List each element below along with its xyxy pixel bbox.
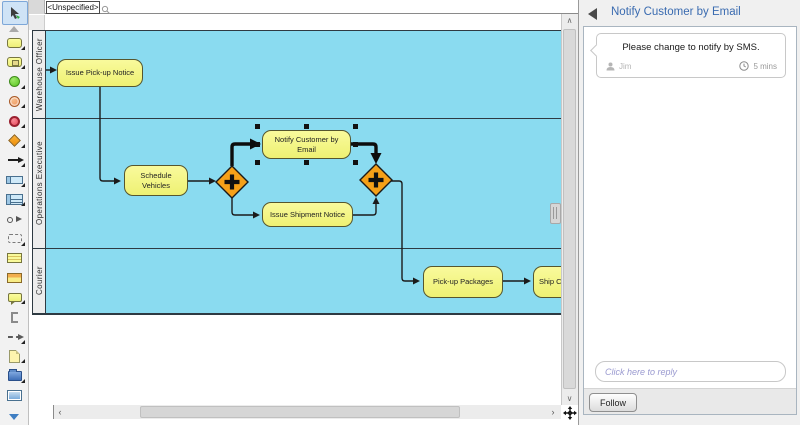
task-notify-customer-by-email[interactable]: Notify Customer by Email <box>262 130 351 159</box>
flow-gateway1-to-shipment <box>232 197 253 215</box>
flow-shipment-to-gateway2 <box>353 204 376 215</box>
reply-box <box>595 361 786 382</box>
scroll-up-arrow-icon[interactable]: ∧ <box>561 14 578 27</box>
user-icon <box>606 62 615 71</box>
task-ship-clipped[interactable]: Ship C <box>533 266 561 298</box>
vertical-scrollbar-thumb[interactable] <box>563 29 576 389</box>
scroll-left-arrow-icon[interactable]: ‹ <box>54 405 66 419</box>
scroll-down-arrow-icon[interactable]: ∨ <box>561 392 578 405</box>
panel-title: Notify Customer by Email <box>611 6 741 18</box>
selection-handle[interactable] <box>255 142 260 147</box>
task-issue-pickup-notice[interactable]: Issue Pick-up Notice <box>57 59 143 87</box>
task-schedule-vehicles[interactable]: Schedule Vehicles <box>124 165 188 196</box>
comment-bubble: Please change to notify by SMS. Jim 5 mi… <box>596 33 786 78</box>
comment-text: Please change to notify by SMS. <box>597 42 785 53</box>
task-pickup-packages[interactable]: Pick-up Packages <box>423 266 503 298</box>
panel-body <box>583 26 797 415</box>
canvas-edge-grip[interactable] <box>550 203 561 224</box>
horizontal-scrollbar-thumb[interactable] <box>140 406 460 418</box>
gateway-1[interactable] <box>216 166 248 198</box>
task-issue-shipment-notice[interactable]: Issue Shipment Notice <box>262 202 353 227</box>
sequence-flows[interactable] <box>46 70 524 281</box>
follow-button[interactable]: Follow <box>589 393 637 412</box>
application-window: <Unspecified> Warehouse Officer Operatio… <box>0 0 800 425</box>
comment-author: Jim <box>619 62 631 71</box>
pan-corner[interactable] <box>561 405 578 420</box>
selection-handle[interactable] <box>255 160 260 165</box>
pan-move-icon <box>563 406 577 420</box>
flow-gateway1-to-notify-selected <box>232 144 250 166</box>
reply-input[interactable] <box>595 361 786 382</box>
gateway-2[interactable] <box>360 164 392 196</box>
selection-handle[interactable] <box>304 160 309 165</box>
clock-icon <box>739 61 749 71</box>
flow-pickup-to-schedule <box>100 87 114 181</box>
selection-handle[interactable] <box>353 124 358 129</box>
selection-handle[interactable] <box>353 160 358 165</box>
scroll-right-arrow-icon[interactable]: › <box>547 405 559 419</box>
selection-handle[interactable] <box>255 124 260 129</box>
panel-back-icon[interactable] <box>588 8 597 20</box>
comment-meta: Jim 5 mins <box>606 61 777 71</box>
flow-gateway2-to-pickup-packages <box>391 181 413 281</box>
comment-time: 5 mins <box>753 62 777 71</box>
selection-handle[interactable] <box>304 124 309 129</box>
arrowheads <box>50 67 531 285</box>
selection-handle[interactable] <box>353 142 358 147</box>
